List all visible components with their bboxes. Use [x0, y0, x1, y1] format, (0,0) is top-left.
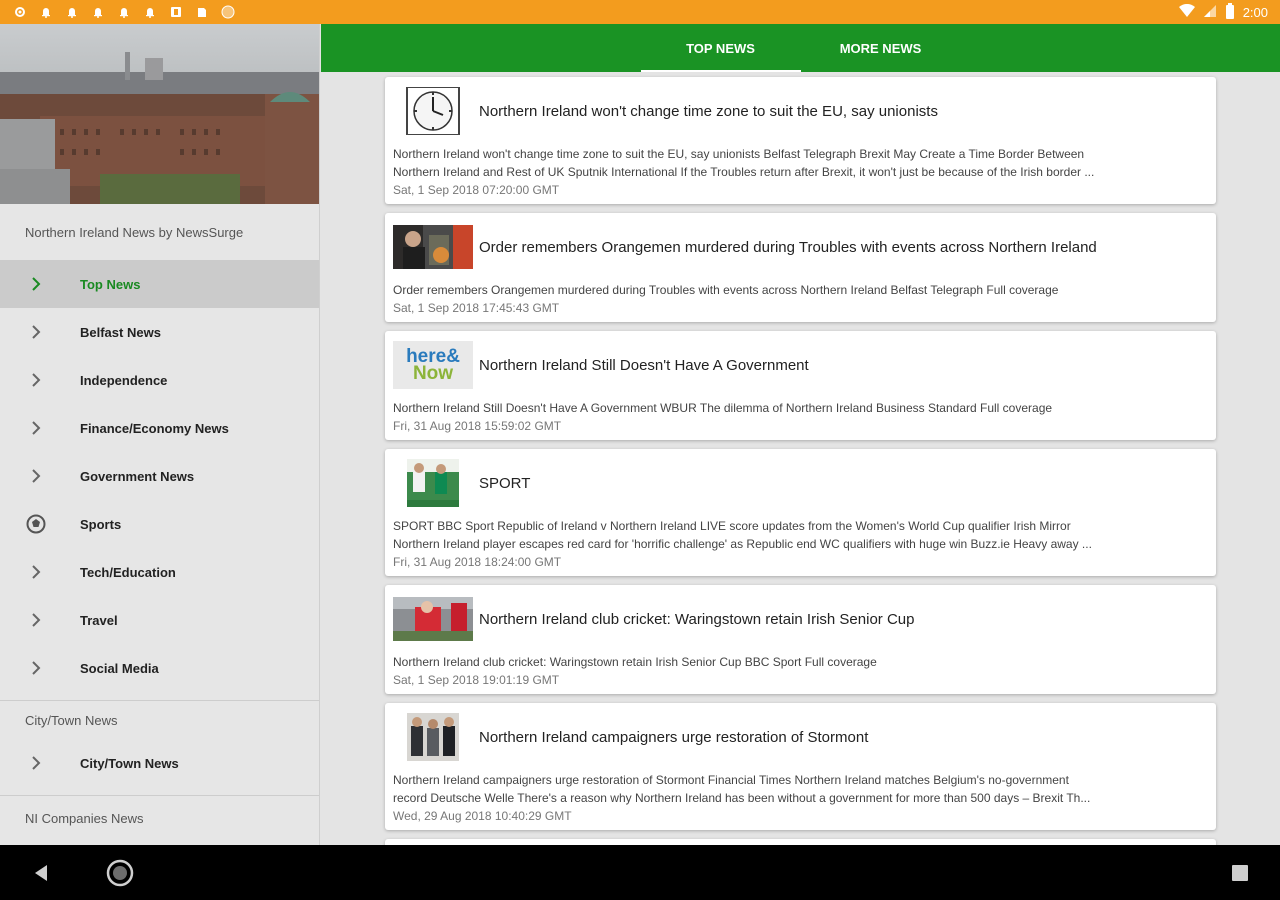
- drawer-item-sports[interactable]: Sports: [0, 500, 319, 548]
- card-date: Fri, 31 Aug 2018 15:59:02 GMT: [393, 419, 562, 433]
- gear-icon: [12, 4, 28, 20]
- square-icon: [168, 4, 184, 20]
- card-title: SPORT: [479, 474, 531, 492]
- chevron-right-icon: [24, 751, 48, 775]
- city-skyline-image: [0, 24, 319, 204]
- drawer-section-title: NI Companies News: [25, 810, 144, 826]
- news-card[interactable]: Northern Ireland club cricket: Waringsto…: [385, 585, 1216, 694]
- football-photo: [393, 459, 473, 507]
- status-bar: 2:00: [0, 0, 1280, 24]
- cricket-photo: [393, 595, 473, 643]
- clock-time: 2:00: [1242, 4, 1268, 20]
- app-bar: TOP NEWS MORE NEWS: [321, 24, 1280, 72]
- card-description: SPORT BBC Sport Republic of Ireland v No…: [393, 517, 1208, 553]
- card-description-line: Northern Ireland campaigners urge restor…: [393, 773, 1069, 787]
- circle-icon: [220, 4, 236, 20]
- drawer-item-independence[interactable]: Independence: [0, 356, 319, 404]
- drawer-item-travel[interactable]: Travel: [0, 596, 319, 644]
- card-title: Northern Ireland club cricket: Waringsto…: [479, 610, 915, 628]
- notification-icons: [12, 4, 236, 20]
- chevron-right-icon: [24, 320, 48, 344]
- drawer-section-title: Northern Ireland News by NewsSurge: [25, 224, 244, 240]
- drawer-item-label: Independence: [80, 372, 168, 388]
- card-description: Northern Ireland won't change time zone …: [393, 145, 1208, 181]
- chevron-right-icon: [24, 272, 48, 296]
- drawer-item-finance-economy-news[interactable]: Finance/Economy News: [0, 404, 319, 452]
- card-description-line: Northern Ireland and Rest of UK Sputnik …: [393, 165, 1095, 179]
- recents-icon[interactable]: [1226, 859, 1254, 887]
- card-title: Northern Ireland won't change time zone …: [479, 102, 938, 120]
- card-description-line: Northern Ireland won't change time zone …: [393, 147, 1085, 161]
- square-icon: [194, 4, 210, 20]
- card-title: Order remembers Orangemen murdered durin…: [479, 238, 1097, 256]
- chevron-right-icon: [24, 608, 48, 632]
- card-date: Sat, 1 Sep 2018 19:01:19 GMT: [393, 673, 560, 687]
- card-description-line: Northern Ireland player escapes red card…: [393, 537, 1092, 551]
- drawer-item-top-news[interactable]: Top News: [0, 260, 319, 308]
- drawer-item-tech-education[interactable]: Tech/Education: [0, 548, 319, 596]
- card-title: Northern Ireland Still Doesn't Have A Go…: [479, 356, 809, 374]
- card-description: Northern Ireland club cricket: Waringsto…: [393, 653, 1208, 671]
- tab-more-news[interactable]: MORE NEWS: [801, 24, 961, 72]
- drawer-item-label: Belfast News: [80, 324, 161, 340]
- drawer-item-government-news[interactable]: Government News: [0, 452, 319, 500]
- chevron-right-icon: [24, 464, 48, 488]
- card-description-line: SPORT BBC Sport Republic of Ireland v No…: [393, 519, 1071, 533]
- soccer-ball-icon: [24, 512, 48, 536]
- card-date: Sat, 1 Sep 2018 17:45:43 GMT: [393, 301, 560, 315]
- drawer-item-label: Sports: [80, 516, 122, 532]
- battery-icon: [1225, 2, 1235, 22]
- bell-icon: [64, 4, 80, 20]
- drawer-item-label: City/Town News: [80, 755, 179, 771]
- card-date: Sat, 1 Sep 2018 07:20:00 GMT: [393, 183, 560, 197]
- orangemen-photo: [393, 223, 473, 271]
- news-card[interactable]: Northern Ireland won't change time zone …: [385, 77, 1216, 204]
- drawer-item-label: Top News: [80, 276, 141, 292]
- chevron-right-icon: [24, 560, 48, 584]
- chevron-right-icon: [24, 656, 48, 680]
- drawer-item-label: Government News: [80, 468, 195, 484]
- here-and-now-logo: here& Now: [393, 341, 473, 389]
- news-card[interactable]: Order remembers Orangemen murdered durin…: [385, 213, 1216, 322]
- news-card[interactable]: Northern Ireland campaigners urge restor…: [385, 703, 1216, 830]
- bell-icon: [142, 4, 158, 20]
- card-date: Fri, 31 Aug 2018 18:24:00 GMT: [393, 555, 562, 569]
- drawer-item-label: Finance/Economy News: [80, 420, 229, 436]
- news-card[interactable]: here& Now Northern Ireland Still Doesn't…: [385, 331, 1216, 440]
- card-description-line: record Deutsche Welle There's a reason w…: [393, 791, 1091, 805]
- signal-icon: [1203, 4, 1217, 21]
- drawer-item-belfast-news[interactable]: Belfast News: [0, 308, 319, 356]
- card-description-line: Order remembers Orangemen murdered durin…: [393, 283, 1059, 297]
- card-date: Wed, 29 Aug 2018 10:40:29 GMT: [393, 809, 572, 823]
- chevron-right-icon: [24, 416, 48, 440]
- bell-icon: [38, 4, 54, 20]
- home-icon[interactable]: [106, 859, 134, 887]
- card-description-line: Northern Ireland Still Doesn't Have A Go…: [393, 401, 1053, 415]
- drawer-item-social-media[interactable]: Social Media: [0, 644, 319, 692]
- card-description: Northern Ireland Still Doesn't Have A Go…: [393, 399, 1208, 417]
- drawer-item-label: Tech/Education: [80, 564, 176, 580]
- card-description: Northern Ireland campaigners urge restor…: [393, 771, 1208, 807]
- navigation-drawer: Northern Ireland News by NewsSurge Top N…: [0, 24, 320, 845]
- news-list: Northern Ireland won't change time zone …: [321, 72, 1280, 845]
- chevron-right-icon: [24, 368, 48, 392]
- news-card[interactable]: SPORT SPORT BBC Sport Republic of Irelan…: [385, 449, 1216, 576]
- drawer-item-city-town-news[interactable]: City/Town News: [0, 739, 319, 787]
- drawer-section-title: City/Town News: [25, 712, 118, 728]
- card-description-line: Northern Ireland club cricket: Waringsto…: [393, 655, 877, 669]
- drawer-item-label: Travel: [80, 612, 118, 628]
- back-icon[interactable]: [27, 859, 55, 887]
- tab-top-news[interactable]: TOP NEWS: [640, 24, 801, 72]
- card-description: Order remembers Orangemen murdered durin…: [393, 281, 1208, 299]
- system-navigation-bar: [0, 845, 1280, 900]
- clock-image: [393, 87, 473, 135]
- wifi-icon: [1178, 3, 1195, 21]
- bell-icon: [116, 4, 132, 20]
- campaigners-photo: [393, 713, 473, 761]
- status-right: 2:00: [1178, 2, 1268, 22]
- drawer-item-label: Social Media: [80, 660, 159, 676]
- bell-icon: [90, 4, 106, 20]
- logo-text: Now: [412, 363, 454, 384]
- card-title: Northern Ireland campaigners urge restor…: [479, 728, 869, 746]
